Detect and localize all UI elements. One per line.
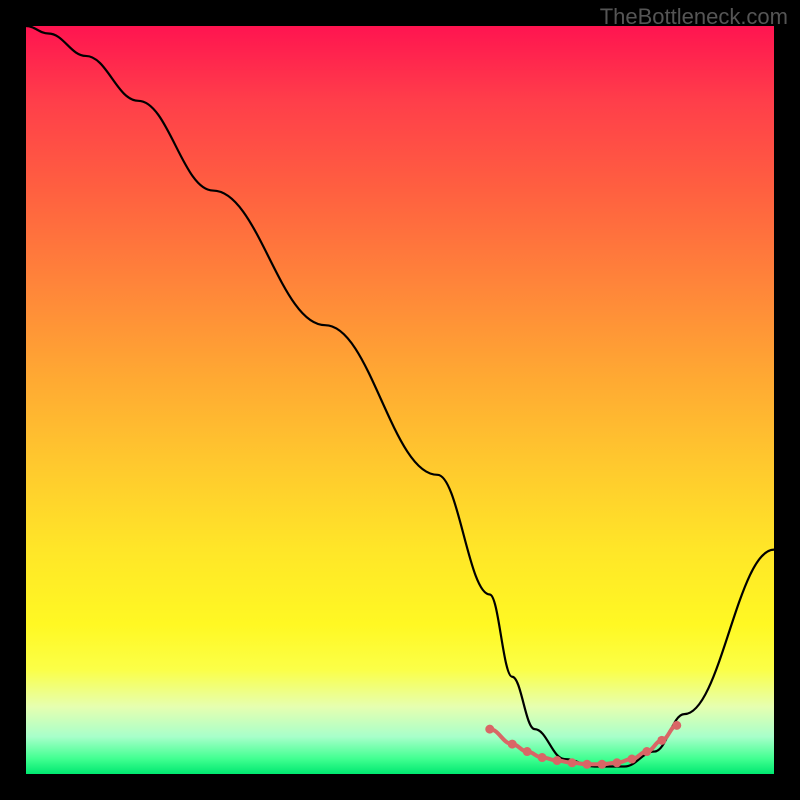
highlight-point [642,747,651,756]
chart-container: TheBottleneck.com [0,0,800,800]
chart-svg [26,26,774,774]
highlight-segment-line [490,725,677,764]
highlight-point [612,758,621,767]
highlight-point [657,736,666,745]
highlight-point [523,747,532,756]
highlight-points-group [485,721,681,769]
highlight-point [583,760,592,769]
highlight-point [538,753,547,762]
highlight-point [672,721,681,730]
highlight-point [627,755,636,764]
bottleneck-curve-line [26,26,774,767]
highlight-point [508,740,517,749]
plot-area [26,26,774,774]
highlight-point [485,725,494,734]
highlight-point [597,760,606,769]
highlight-point [568,758,577,767]
highlight-point [553,756,562,765]
watermark-text: TheBottleneck.com [600,4,788,30]
